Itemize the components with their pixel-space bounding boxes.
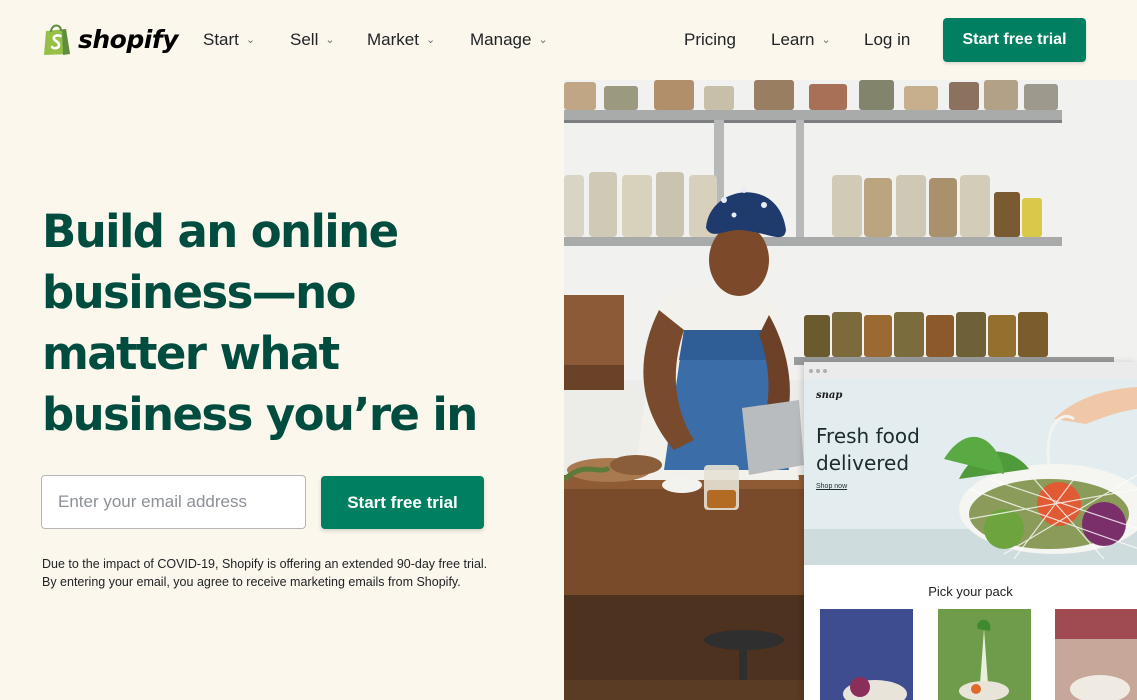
header-start-trial-button[interactable]: Start free trial bbox=[943, 18, 1086, 62]
store-mockup: snap Fresh food delivered Shop now Pick … bbox=[804, 362, 1137, 700]
hero-start-trial-button[interactable]: Start free trial bbox=[321, 476, 484, 529]
nav-start-label: Start bbox=[203, 30, 239, 49]
mockup-brand-logo: snap bbox=[816, 390, 843, 401]
shopify-bag-icon bbox=[42, 22, 72, 56]
chevron-down-icon: ⌄ bbox=[325, 33, 335, 46]
nav-login-label: Log in bbox=[864, 30, 911, 49]
chevron-down-icon: ⌄ bbox=[821, 33, 831, 46]
nav-start[interactable]: Start ⌄ bbox=[203, 30, 255, 50]
chevron-down-icon: ⌄ bbox=[245, 33, 256, 46]
nav-learn-label: Learn bbox=[771, 30, 815, 49]
disclaimer-line-2: By entering your email, you agree to rec… bbox=[42, 575, 461, 589]
chevron-down-icon: ⌄ bbox=[425, 33, 436, 46]
hero-headline: Build an online business—no matter what … bbox=[42, 205, 478, 441]
pack-tile-3 bbox=[1055, 609, 1137, 700]
nav-market-label: Market bbox=[367, 30, 419, 49]
chevron-down-icon: ⌄ bbox=[538, 33, 548, 46]
mockup-banner: snap Fresh food delivered Shop now bbox=[804, 379, 1137, 565]
nav-sell[interactable]: Sell ⌄ bbox=[290, 30, 335, 50]
mockup-heading: Fresh food delivered bbox=[816, 424, 920, 475]
mockup-browser-bar bbox=[804, 362, 1137, 379]
mockup-shop-now-link: Shop now bbox=[816, 483, 848, 490]
mockup-section-title: Pick your pack bbox=[928, 584, 1013, 599]
nav-sell-label: Sell bbox=[290, 30, 319, 49]
shopify-logo[interactable]: shopify bbox=[42, 22, 179, 56]
nav-manage[interactable]: Manage ⌄ bbox=[470, 30, 548, 50]
pack-tile-1 bbox=[820, 609, 913, 700]
logo-wordmark: shopify bbox=[78, 24, 179, 54]
nav-pricing-label: Pricing bbox=[684, 30, 736, 49]
pack-tile-2 bbox=[938, 609, 1031, 700]
nav-market[interactable]: Market ⌄ bbox=[367, 30, 435, 50]
covid-disclaimer: Due to the impact of COVID-19, Shopify i… bbox=[42, 555, 487, 591]
nav-pricing[interactable]: Pricing bbox=[684, 30, 736, 50]
nav-manage-label: Manage bbox=[470, 30, 532, 49]
email-input[interactable] bbox=[41, 475, 306, 529]
nav-learn[interactable]: Learn ⌄ bbox=[771, 30, 831, 50]
nav-login[interactable]: Log in bbox=[864, 30, 910, 50]
disclaimer-line-1: Due to the impact of COVID-19, Shopify i… bbox=[42, 557, 488, 571]
site-header: shopify Start ⌄ Sell ⌄ Market ⌄ Manage ⌄… bbox=[0, 0, 1137, 80]
